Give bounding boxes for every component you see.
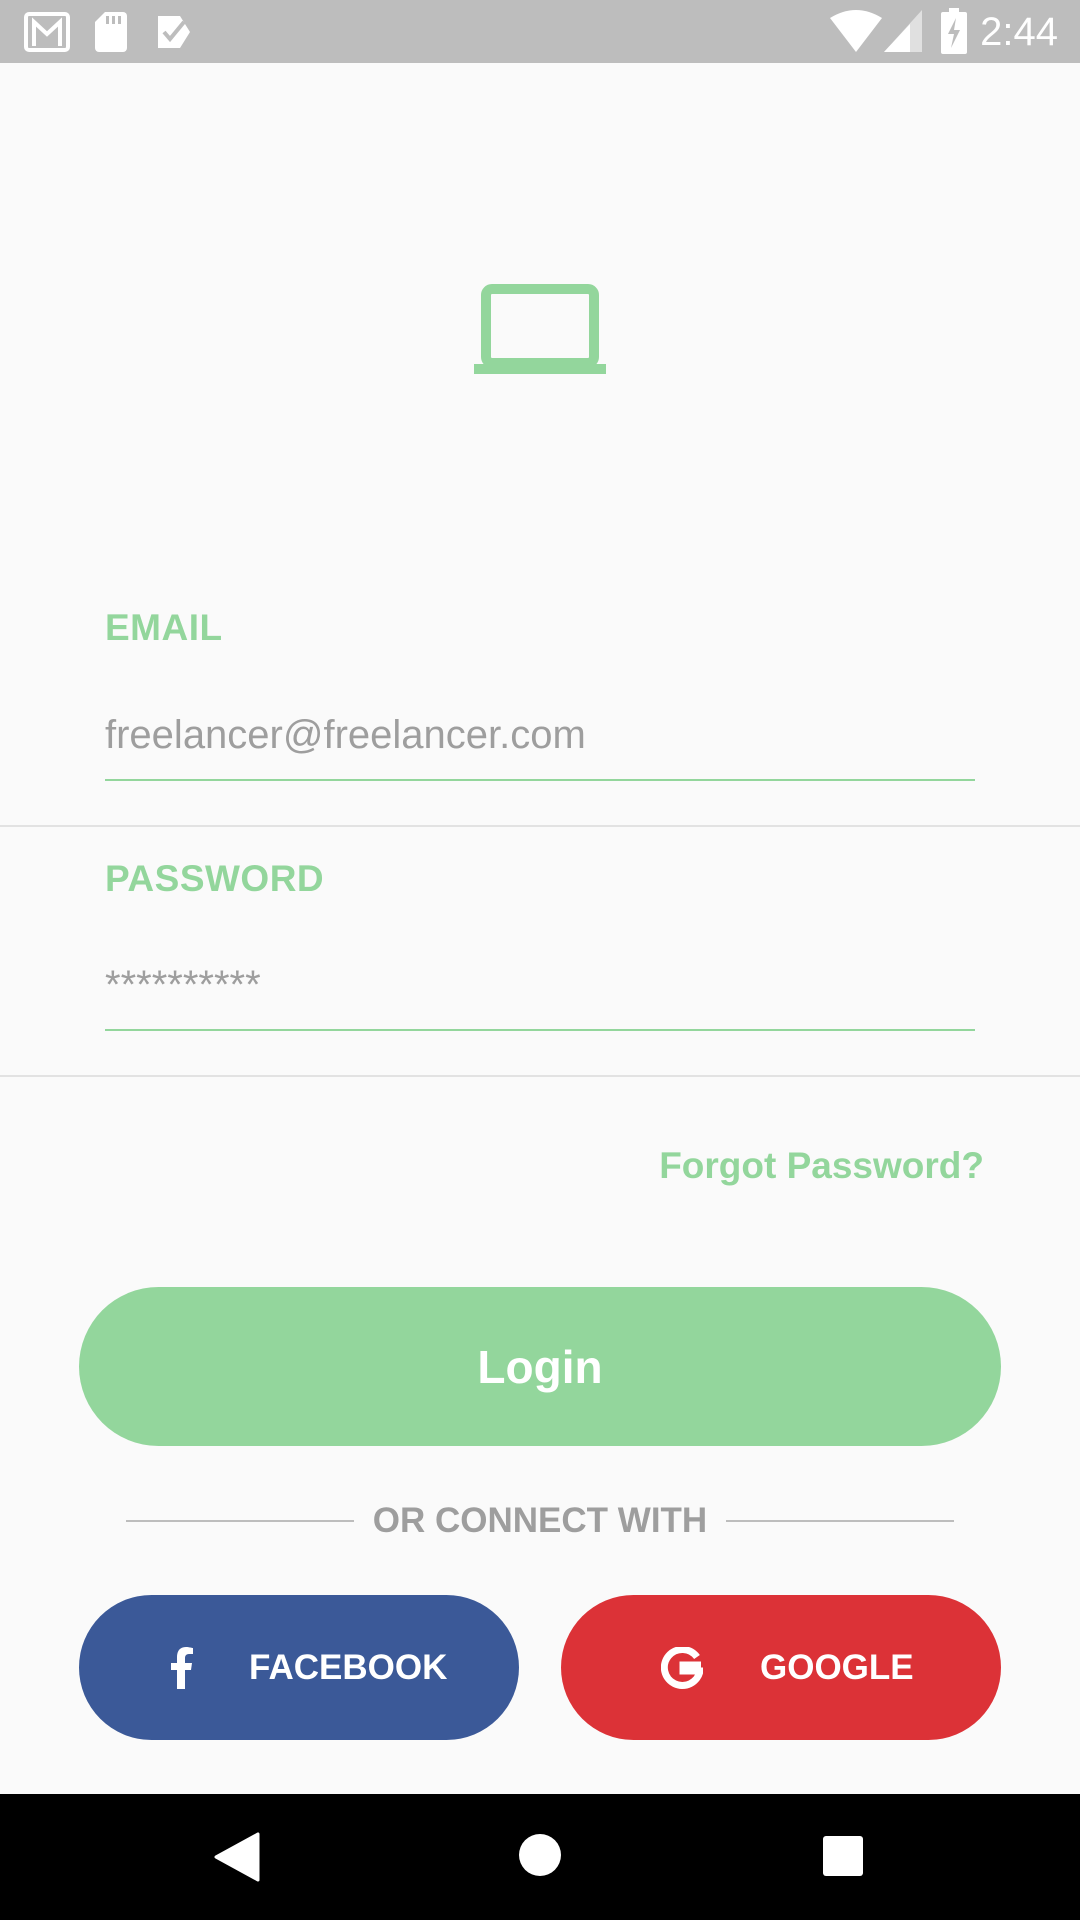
gmail-icon — [24, 12, 70, 52]
laptop-icon — [474, 284, 606, 374]
forgot-password-link[interactable]: Forgot Password? — [659, 1145, 984, 1187]
status-time: 2:44 — [980, 10, 1058, 54]
sd-card-icon — [95, 12, 127, 52]
back-icon[interactable] — [214, 1832, 260, 1882]
task-check-icon — [158, 16, 190, 48]
battery-charging-icon — [941, 8, 967, 54]
email-field[interactable] — [105, 691, 975, 781]
facebook-label: FACEBOOK — [249, 1647, 448, 1687]
divider-line — [726, 1520, 954, 1522]
signal-icon — [884, 10, 922, 52]
google-g-icon — [661, 1646, 703, 1689]
password-label: PASSWORD — [105, 858, 325, 899]
status-bar: 2:44 — [0, 0, 1080, 63]
facebook-f-icon — [171, 1646, 193, 1689]
recents-icon[interactable] — [823, 1836, 863, 1876]
google-label: GOOGLE — [760, 1647, 914, 1687]
divider — [0, 825, 1080, 827]
google-button[interactable]: GOOGLE — [561, 1595, 1001, 1740]
or-connect-divider: OR CONNECT WITH — [126, 1497, 954, 1545]
password-field[interactable] — [105, 941, 975, 1031]
divider — [0, 1075, 1080, 1077]
home-icon[interactable] — [518, 1833, 562, 1877]
wifi-icon — [830, 10, 882, 52]
email-label: EMAIL — [105, 607, 223, 648]
navigation-bar — [0, 1794, 1080, 1920]
facebook-button[interactable]: FACEBOOK — [79, 1595, 519, 1740]
login-button[interactable]: Login — [79, 1287, 1001, 1446]
